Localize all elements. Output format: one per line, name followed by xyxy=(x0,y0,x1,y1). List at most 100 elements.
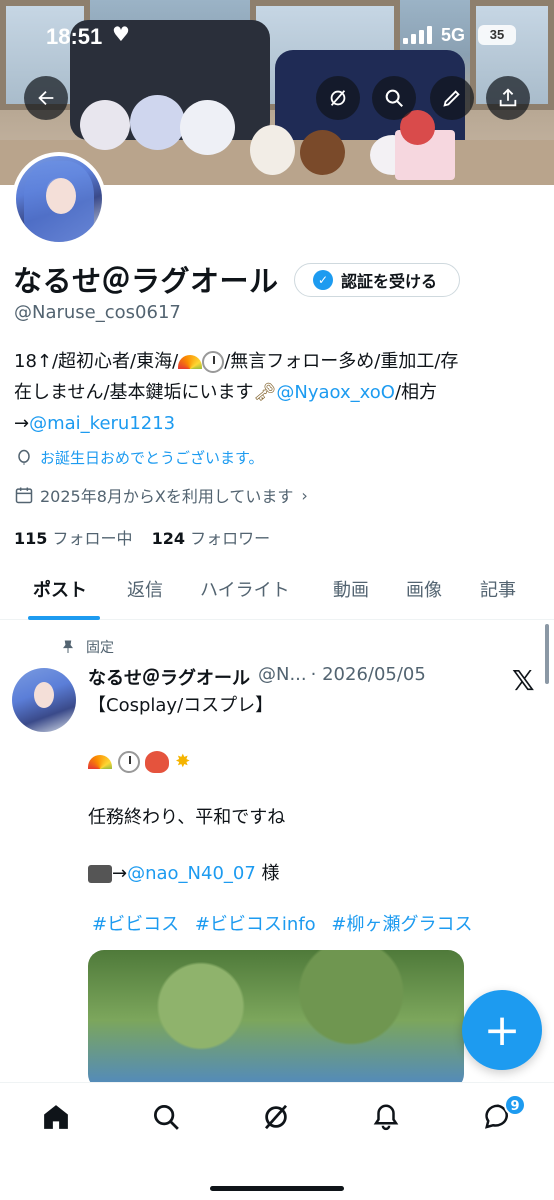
pencil-icon xyxy=(443,90,460,107)
bio-text: 在しません/基本鍵垢にいます xyxy=(14,382,254,403)
tab-replies[interactable]: 返信 xyxy=(127,576,163,602)
profile-handle: @Naruse_cos0617 xyxy=(14,302,181,323)
clock-emoji-icon xyxy=(202,351,225,373)
plus-icon: + xyxy=(483,1004,521,1056)
post-author-name[interactable]: なるせ＠ラグオール xyxy=(88,664,250,690)
rainbow-emoji-icon xyxy=(88,755,112,769)
banner-plush xyxy=(250,125,295,175)
get-verified-button[interactable]: ✓ 認証を受ける xyxy=(294,263,460,297)
bottom-navbar xyxy=(0,1082,554,1200)
hashtag-link[interactable]: #柳ヶ瀬グラコス xyxy=(331,914,472,935)
bio-mention-link[interactable]: @mai_keru1213 xyxy=(29,413,175,434)
nav-search[interactable] xyxy=(146,1097,186,1137)
hashtag-link[interactable]: #ビビコス xyxy=(92,914,179,935)
active-tab-indicator xyxy=(28,616,100,620)
bio-text: → xyxy=(14,413,30,434)
rainbow-emoji-icon xyxy=(178,355,203,369)
pinned-text: 固定 xyxy=(86,640,114,656)
bio-text: /相方 xyxy=(394,382,438,403)
status-time: 18:51 xyxy=(46,24,103,49)
post-emoji-line: ✸ xyxy=(88,748,518,776)
grok-icon xyxy=(264,1104,288,1130)
post-text: 【Cosplay/コスプレ】 ✸ 任務終わり、平和ですね →@nao_N40_0… xyxy=(88,692,518,888)
credit-suffix: 様 xyxy=(255,863,280,884)
messages-badge: 9 xyxy=(504,1094,526,1116)
chevron-right-icon: › xyxy=(301,485,308,505)
signal-icon xyxy=(403,26,435,44)
birthday-message[interactable]: お誕生日おめでとうございます。 xyxy=(14,447,264,468)
nav-grok[interactable] xyxy=(256,1097,296,1137)
profile-avatar[interactable] xyxy=(12,152,106,246)
verified-badge-icon: ✓ xyxy=(313,270,333,290)
followers-link[interactable]: 124 フォロワー xyxy=(152,529,271,548)
credit-mention-link[interactable]: @nao_N40_07 xyxy=(127,863,256,884)
octopus-emoji-icon xyxy=(145,751,170,773)
home-indicator[interactable] xyxy=(210,1186,344,1191)
post-line: 任務終わり、平和ですね xyxy=(88,807,286,828)
compose-post-button[interactable]: + xyxy=(462,990,542,1070)
back-button[interactable] xyxy=(24,76,68,120)
post-author-avatar[interactable] xyxy=(12,668,76,732)
banner-plush xyxy=(300,130,345,175)
bio-mention-link[interactable]: @Nyaox_xoO xyxy=(276,382,395,403)
camera-emoji-icon xyxy=(88,865,112,883)
banner-plush xyxy=(80,100,130,150)
credit-arrow: → xyxy=(112,863,128,884)
post-author-handle[interactable]: @N... xyxy=(258,664,307,690)
following-link[interactable]: 115 フォロー中 xyxy=(14,529,133,548)
post-date[interactable]: · 2026/05/05 xyxy=(311,664,426,690)
edit-button[interactable] xyxy=(430,76,474,120)
followers-count: 124 xyxy=(151,529,186,548)
birthday-text: お誕生日おめでとうございます。 xyxy=(40,449,264,467)
post-header: なるせ＠ラグオール @N... · 2026/05/05 xyxy=(88,664,426,690)
heart-icon: ♥ xyxy=(112,22,130,46)
banner-plush xyxy=(130,95,185,150)
balloon-icon xyxy=(18,449,30,465)
joined-date[interactable]: 2025年8月からXを利用しています › xyxy=(14,483,308,507)
avatar-face xyxy=(46,178,76,214)
hashtag-link[interactable]: #ビビコスinfo xyxy=(195,914,316,935)
profile-name: なるせ＠ラグオール xyxy=(13,264,279,298)
network-label: 5G xyxy=(441,25,466,45)
calendar-icon xyxy=(15,487,33,504)
nav-home[interactable] xyxy=(36,1097,76,1137)
follow-stats: 115 フォロー中 124 フォロワー xyxy=(14,525,270,549)
grok-icon xyxy=(330,90,346,106)
tab-articles[interactable]: 記事 xyxy=(480,576,516,602)
banner-plush xyxy=(180,100,235,155)
battery-icon: 35 xyxy=(478,25,516,45)
search-icon xyxy=(385,89,403,107)
following-label: フォロー中 xyxy=(52,529,133,548)
profile-bio: 18↑/超初心者/東海/ /無言フォロー多め/重加工/存 在しません/基本鍵垢にい… xyxy=(14,346,544,439)
tab-posts[interactable]: ポスト xyxy=(33,576,87,602)
share-icon xyxy=(499,88,517,107)
scrollbar[interactable] xyxy=(545,624,549,684)
arrow-left-icon xyxy=(38,90,54,106)
get-verified-label: 認証を受ける xyxy=(341,272,438,291)
bell-icon xyxy=(373,1104,399,1131)
share-button[interactable] xyxy=(486,76,530,120)
post-line: 【Cosplay/コスプレ】 xyxy=(88,695,274,716)
avatar-face xyxy=(34,682,54,708)
post-credit-line: →@nao_N40_07 様 xyxy=(88,860,518,888)
star-emoji-icon: ✸ xyxy=(175,751,191,772)
grok-button[interactable] xyxy=(316,76,360,120)
profile-tabs: ポスト 返信 ハイライト 動画 画像 記事 xyxy=(0,566,554,620)
post-hashtags: #ビビコス #ビビコスinfo #柳ヶ瀬グラコス xyxy=(92,910,483,936)
tab-media[interactable]: 画像 xyxy=(406,576,442,602)
post-media-image[interactable] xyxy=(88,950,464,1090)
bio-text: /無言フォロー多め/重加工/存 xyxy=(224,351,459,372)
clock-emoji-icon xyxy=(117,751,140,773)
bio-text: 18↑/超初心者/東海/ xyxy=(14,351,179,372)
search-icon xyxy=(154,1105,179,1130)
pin-icon xyxy=(63,640,73,653)
key-emoji-icon: 🗝 xyxy=(253,382,277,403)
followers-label: フォロワー xyxy=(190,529,271,548)
joined-text: 2025年8月からXを利用しています xyxy=(40,487,294,506)
tab-videos[interactable]: 動画 xyxy=(333,576,369,602)
home-icon xyxy=(44,1105,68,1129)
pinned-label: 固定 xyxy=(60,637,114,657)
nav-notifications[interactable] xyxy=(366,1097,406,1137)
tab-highlights[interactable]: ハイライト xyxy=(200,576,290,602)
search-button[interactable] xyxy=(372,76,416,120)
